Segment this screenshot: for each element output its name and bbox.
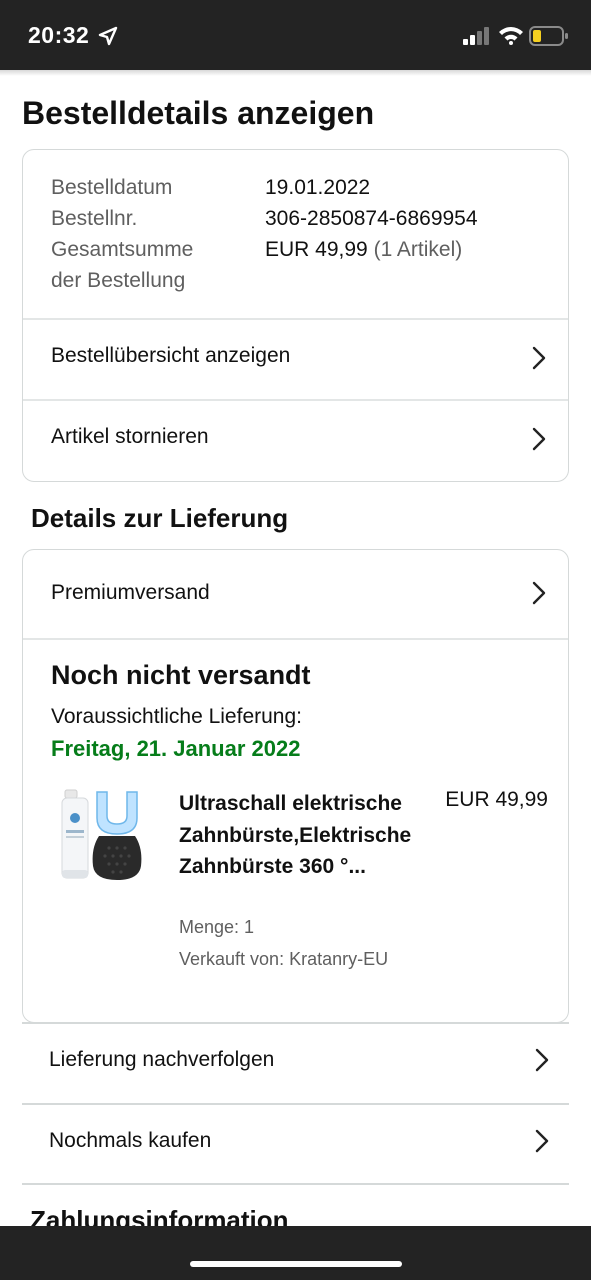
wifi-icon [499, 27, 523, 45]
cellular-signal-icon [463, 27, 489, 45]
page-title: Bestelldetails anzeigen [22, 95, 375, 131]
track-package-label: Lieferung nachverfolgen [49, 1048, 275, 1071]
shipping-method-link[interactable]: Premiumversand [23, 550, 568, 638]
view-order-overview-label: Bestellübersicht anzeigen [51, 344, 291, 367]
chevron-right-icon [535, 1048, 549, 1072]
product-price: EUR 49,99 [445, 788, 548, 811]
order-total-label-line2: der Bestellung [51, 269, 186, 292]
chevron-right-icon [535, 1129, 549, 1153]
order-number-label: Bestellnr. [51, 207, 138, 230]
track-package-link[interactable]: Lieferung nachverfolgen [22, 1024, 569, 1104]
divider [22, 1183, 569, 1185]
product-seller: Verkauft von: Kratanry-EU [179, 949, 389, 969]
shipping-method-label: Premiumversand [51, 581, 210, 604]
order-total-label: Gesamtsumme [51, 238, 194, 261]
expected-delivery-label: Voraussichtliche Lieferung: [51, 705, 302, 728]
delivery-section-title: Details zur Lieferung [31, 503, 289, 533]
chevron-right-icon [532, 581, 546, 605]
buy-again-label: Nochmals kaufen [49, 1129, 212, 1152]
cancel-items-label: Artikel stornieren [51, 425, 209, 448]
order-date-value: 19.01.2022 [265, 176, 371, 199]
chevron-right-icon [532, 346, 546, 370]
cancel-items-link[interactable]: Artikel stornieren [23, 400, 568, 480]
shipment-status: Noch nicht versandt [51, 660, 311, 690]
home-bar-area [0, 1226, 591, 1280]
chevron-right-icon [532, 427, 546, 451]
status-bar: 20:32 [0, 0, 591, 70]
order-number-value: 306-2850874-6869954 [265, 207, 478, 230]
divider [23, 638, 568, 640]
view-order-overview-link[interactable]: Bestellübersicht anzeigen [23, 319, 568, 399]
order-summary-card: Bestelldatum 19.01.2022 Bestellnr. 306-2… [22, 149, 569, 482]
product-image[interactable] [59, 788, 149, 888]
product-title-link[interactable]: Ultraschall elektrische Zahnbürste,Elekt… [179, 788, 449, 883]
product-quantity: Menge: 1 [179, 917, 255, 937]
status-time: 20:32 [28, 22, 90, 48]
delivery-card: Premiumversand Noch nicht versandt Vorau… [22, 549, 569, 1023]
order-total-value: EUR 49,99 (1 Artikel) [265, 234, 462, 265]
home-indicator[interactable] [190, 1261, 402, 1267]
buy-again-link[interactable]: Nochmals kaufen [22, 1105, 569, 1185]
order-date-label: Bestelldatum [51, 176, 173, 199]
expected-delivery-date: Freitag, 21. Januar 2022 [51, 736, 301, 761]
order-total-amount: EUR 49,99 [265, 238, 368, 261]
header-shadow [0, 70, 591, 76]
order-total-items: (1 Artikel) [373, 238, 463, 261]
battery-icon [529, 26, 568, 46]
location-arrow-icon [98, 26, 118, 46]
